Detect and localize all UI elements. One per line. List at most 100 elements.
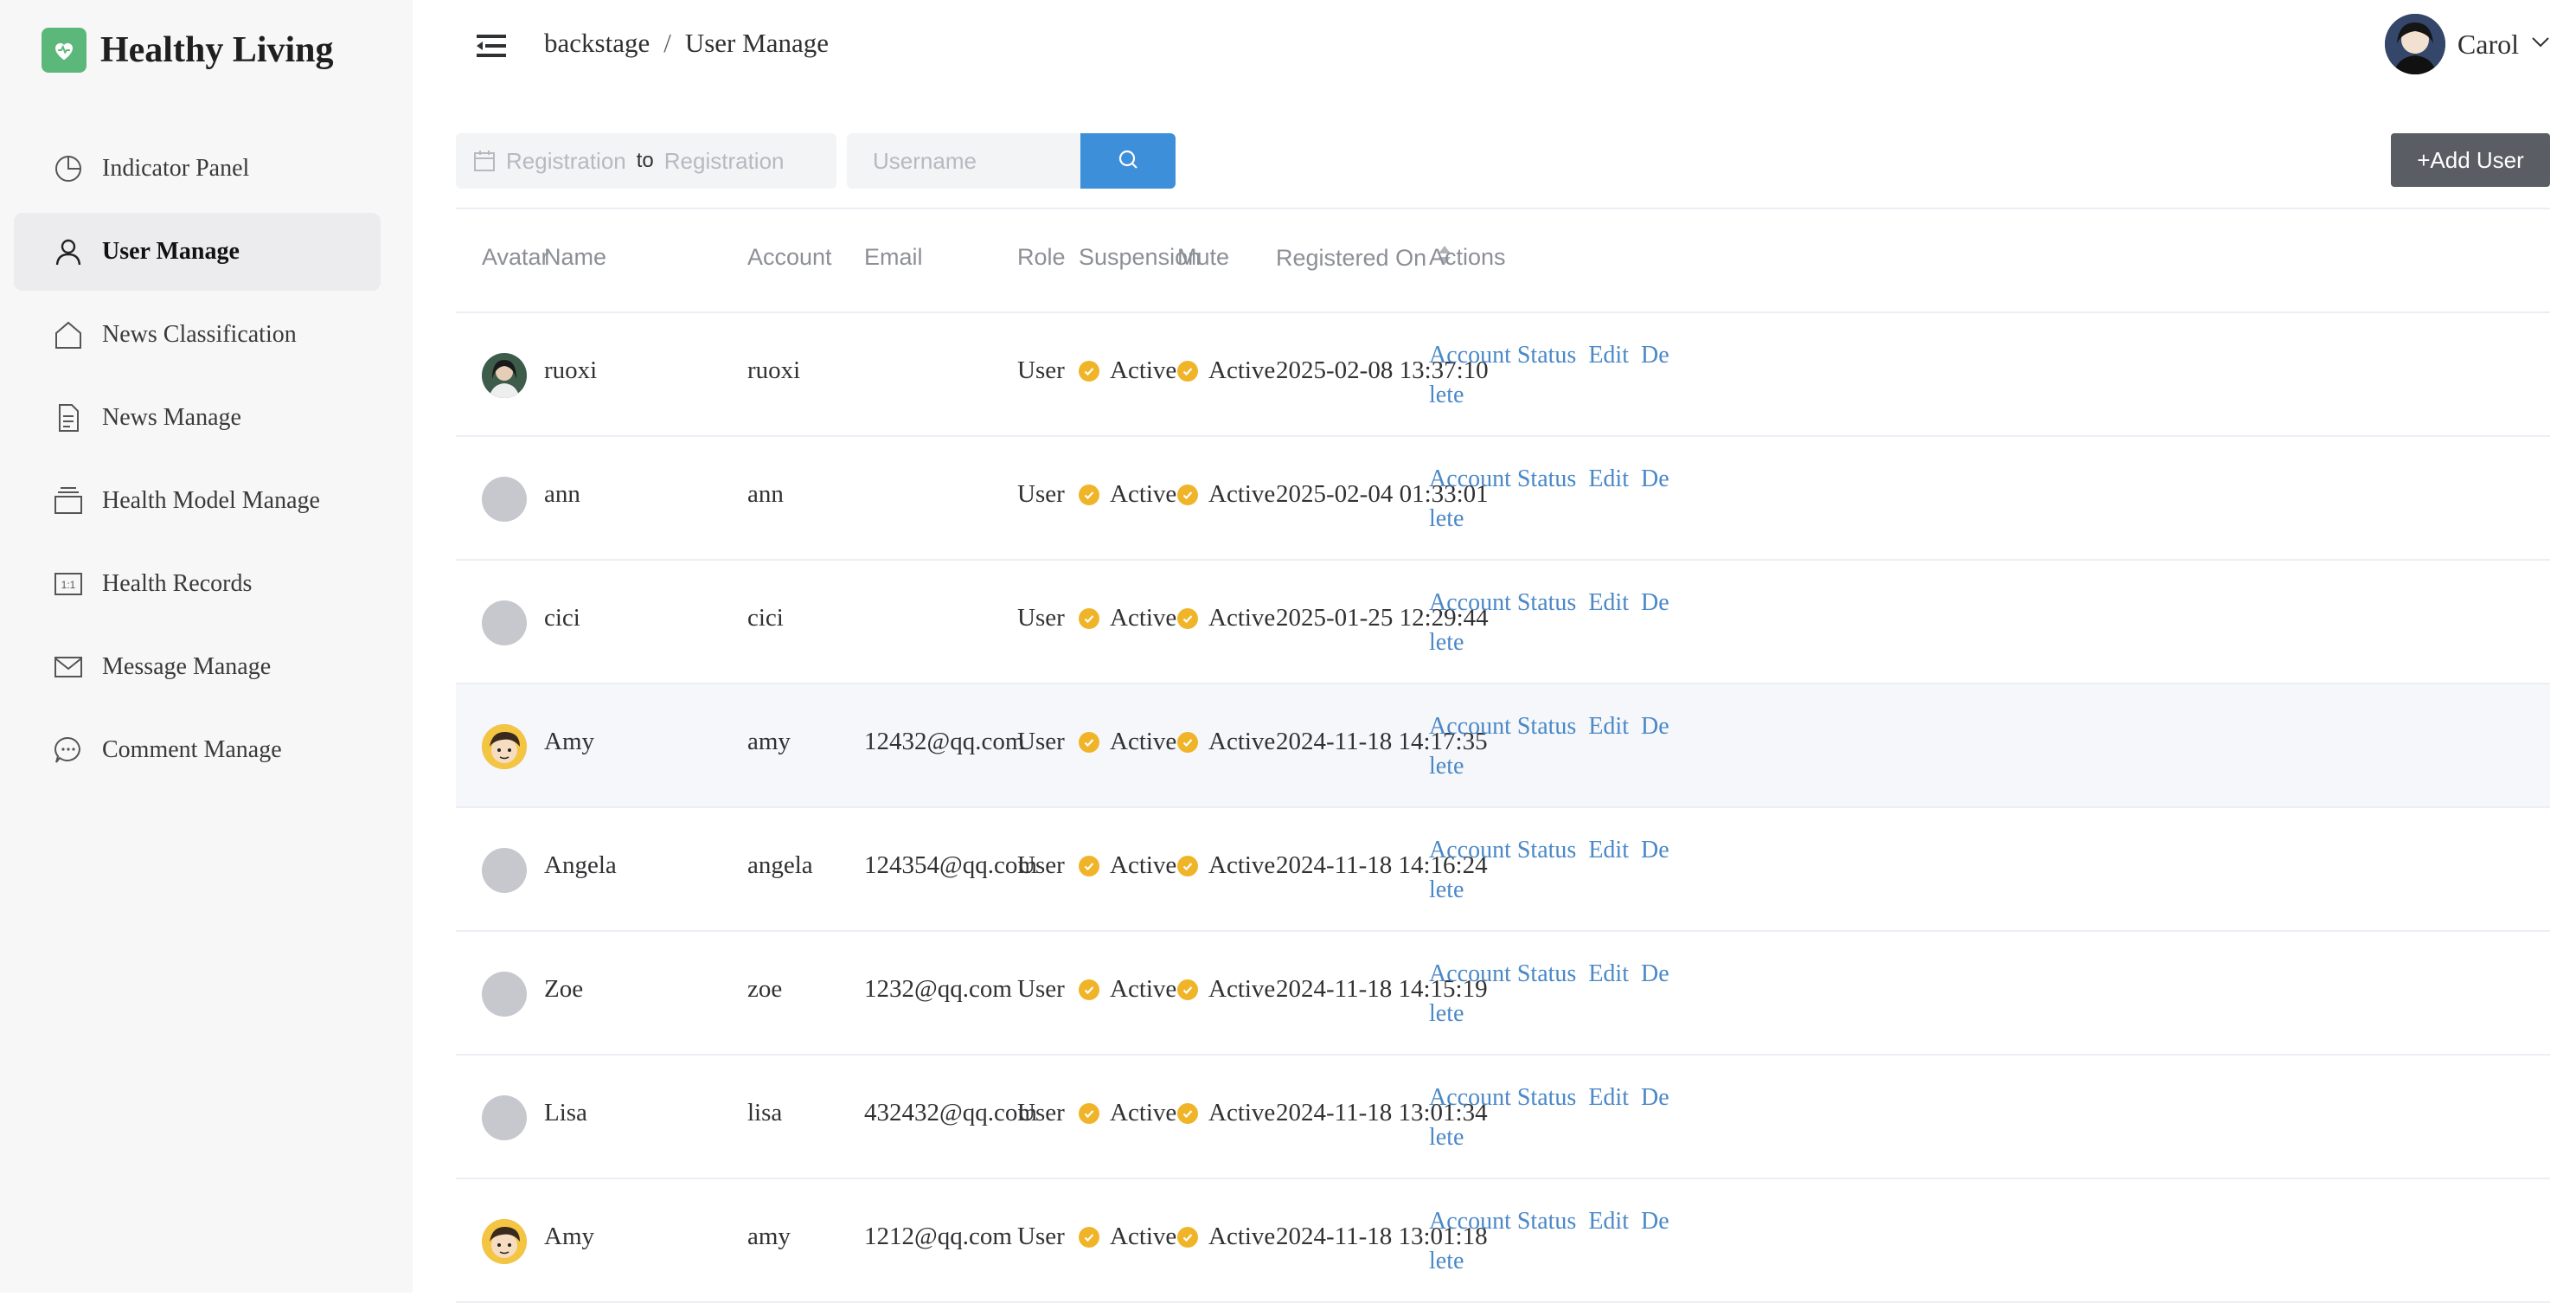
email-cell: 12432@qq.com: [864, 728, 1025, 755]
delete-label-part1: De: [1640, 589, 1669, 616]
mute-label: Active: [1208, 480, 1276, 508]
column-header-label: Name: [544, 244, 607, 270]
sidebar-item-indicator-panel[interactable]: Indicator Panel: [14, 130, 381, 208]
check-circle-icon: [1177, 607, 1198, 629]
user-menu[interactable]: Carol: [2384, 14, 2550, 74]
avatar: [482, 600, 527, 645]
edit-link[interactable]: Edit: [1588, 342, 1629, 369]
account-cell: ann: [747, 480, 784, 508]
account-status-link[interactable]: Account Status: [1429, 589, 1576, 616]
edit-link[interactable]: Edit: [1588, 589, 1629, 616]
date-end-input[interactable]: Registration: [664, 148, 785, 175]
avatar: [2384, 14, 2445, 74]
edit-link[interactable]: Edit: [1588, 837, 1629, 863]
search-icon: [1117, 148, 1139, 175]
check-circle-icon: [1177, 484, 1198, 505]
check-circle-icon: [1177, 1226, 1198, 1248]
account-status-link[interactable]: Account Status: [1429, 465, 1576, 492]
sidebar-item-news-manage[interactable]: News Manage: [14, 379, 381, 457]
delete-label-part2: lete: [1429, 382, 1464, 408]
delete-label-part1: De: [1640, 1084, 1669, 1111]
filter-toolbar: Registration to Registration +Add User: [456, 133, 2550, 189]
row-actions: Account Status Edit De lete: [1429, 336, 1688, 415]
table-row: Zoe zoe 1232@qq.com User Active Active 2024-11…: [456, 932, 2550, 1056]
suspension-status: Active: [1079, 975, 1176, 1004]
suspension-label: Active: [1110, 356, 1177, 384]
suspension-status: Active: [1079, 1223, 1176, 1251]
account-status-link[interactable]: Account Status: [1429, 713, 1576, 740]
sidebar-item-message-manage[interactable]: Message Manage: [14, 628, 381, 706]
sidebar-item-label: News Classification: [102, 321, 297, 348]
suspension-status: Active: [1079, 480, 1176, 509]
account-cell: lisa: [747, 1099, 783, 1126]
avatar: [482, 1095, 527, 1140]
registration-date-range[interactable]: Registration to Registration: [456, 133, 836, 189]
table-header: Avatar Name Account Email Role Suspension Mute…: [456, 208, 2550, 313]
check-circle-icon: [1079, 484, 1099, 505]
mute-status: Active: [1177, 604, 1275, 632]
collapse-menu-icon[interactable]: [477, 33, 506, 59]
account-cell: ruoxi: [747, 356, 801, 384]
mute-status: Active: [1177, 356, 1275, 385]
edit-link[interactable]: Edit: [1588, 1208, 1629, 1235]
date-start-input[interactable]: Registration: [506, 148, 626, 175]
name-cell: ann: [544, 480, 580, 508]
mute-status: Active: [1177, 1223, 1275, 1251]
suspension-label: Active: [1110, 728, 1177, 755]
row-actions: Account Status Edit De lete: [1429, 831, 1688, 910]
account-cell: zoe: [747, 975, 783, 1003]
sidebar-item-health-records[interactable]: 1:1 Health Records: [14, 545, 381, 623]
account-status-link[interactable]: Account Status: [1429, 1208, 1576, 1235]
row-actions: Account Status Edit De lete: [1429, 1202, 1688, 1281]
delete-label-part2: lete: [1429, 505, 1464, 532]
check-circle-icon: [1079, 855, 1099, 876]
delete-label-part1: De: [1640, 960, 1669, 987]
name-cell: cici: [544, 604, 580, 632]
mute-status: Active: [1177, 975, 1275, 1004]
app-logo: Healthy Living: [42, 26, 334, 74]
edit-link[interactable]: Edit: [1588, 960, 1629, 987]
delete-label-part2: lete: [1429, 753, 1464, 780]
sidebar-item-label: Health Model Manage: [102, 487, 320, 514]
account-status-link[interactable]: Account Status: [1429, 960, 1576, 987]
edit-link[interactable]: Edit: [1588, 713, 1629, 740]
delete-label-part2: lete: [1429, 1124, 1464, 1151]
table-row: Angela angela 124354@qq.com User Active Activ…: [456, 808, 2550, 932]
search-button[interactable]: [1080, 133, 1176, 189]
delete-label-part1: De: [1640, 1208, 1669, 1235]
calendar-icon: [473, 150, 496, 172]
table-row: ann ann User Active Active 2025-02-04 01:33:0…: [456, 437, 2550, 561]
account-status-link[interactable]: Account Status: [1429, 342, 1576, 369]
suspension-label: Active: [1110, 1223, 1177, 1250]
column-header-label: Email: [864, 244, 923, 270]
column-header-registered-on[interactable]: Registered On: [1276, 244, 1452, 273]
avatar: [482, 724, 527, 769]
role-cell: User: [1017, 851, 1065, 879]
sidebar-menu: Indicator Panel User Manage News Classific…: [14, 130, 381, 794]
account-status-link[interactable]: Account Status: [1429, 1084, 1576, 1111]
suspension-status: Active: [1079, 851, 1176, 880]
sidebar-item-label: News Manage: [102, 404, 241, 431]
column-header-label: Avatar: [482, 244, 549, 270]
sidebar-item-news-classification[interactable]: News Classification: [14, 296, 381, 374]
name-cell: Amy: [544, 728, 594, 755]
avatar: [482, 353, 527, 398]
chat-bubble-icon: [52, 734, 85, 767]
name-cell: Lisa: [544, 1099, 587, 1126]
check-circle-icon: [1177, 855, 1198, 876]
add-user-button[interactable]: +Add User: [2391, 133, 2550, 187]
username-search-input[interactable]: [847, 133, 1080, 189]
edit-link[interactable]: Edit: [1588, 465, 1629, 492]
breadcrumb-backstage[interactable]: backstage: [544, 28, 650, 59]
edit-link[interactable]: Edit: [1588, 1084, 1629, 1111]
email-cell: 432432@qq.com: [864, 1099, 1037, 1126]
mute-label: Active: [1208, 728, 1276, 755]
document-icon: [52, 401, 85, 434]
role-cell: User: [1017, 1099, 1065, 1126]
avatar: [482, 972, 527, 1017]
sidebar-item-user-manage[interactable]: User Manage: [14, 213, 381, 291]
sidebar-item-health-model-manage[interactable]: Health Model Manage: [14, 462, 381, 540]
sidebar-item-comment-manage[interactable]: Comment Manage: [14, 711, 381, 789]
suspension-status: Active: [1079, 356, 1176, 385]
account-status-link[interactable]: Account Status: [1429, 837, 1576, 863]
